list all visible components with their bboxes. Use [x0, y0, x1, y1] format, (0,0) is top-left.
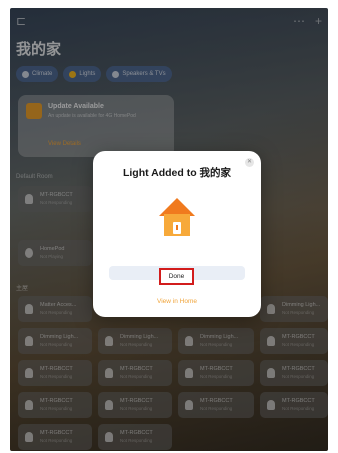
accessory-added-dialog: ✕ Light Added to 我的家 Done View in Home — [93, 151, 261, 317]
done-button[interactable]: Done — [159, 268, 194, 285]
dialog-title: Light Added to 我的家 — [122, 167, 232, 179]
view-in-home-link[interactable]: View in Home — [93, 298, 261, 305]
home-icon — [159, 198, 195, 236]
